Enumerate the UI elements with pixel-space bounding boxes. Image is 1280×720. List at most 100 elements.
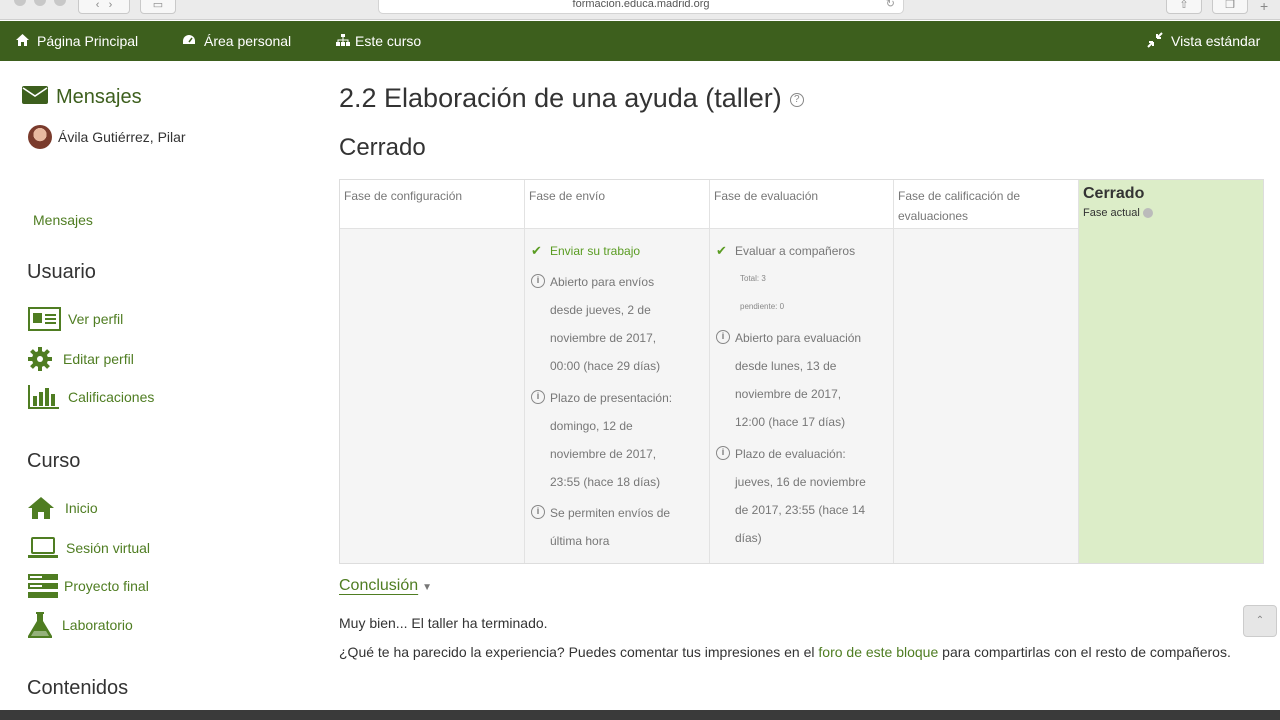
minimize-window-button[interactable] bbox=[34, 0, 46, 6]
sitemap-icon bbox=[336, 33, 350, 49]
info-line: Plazo de presentación: bbox=[550, 391, 673, 405]
course-home-label: Inicio bbox=[65, 500, 98, 516]
view-profile-label: Ver perfil bbox=[68, 311, 124, 327]
info-line: domingo, 12 de bbox=[550, 419, 633, 433]
sidebar: Mensajes Ávila Gutiérrez, Pilar Mensajes… bbox=[0, 61, 320, 720]
phase-submission: Fase de envío ✔ Enviar su trabajo i Abie… bbox=[525, 180, 710, 563]
info-icon: i bbox=[716, 330, 730, 344]
view-profile-link[interactable]: Ver perfil bbox=[28, 306, 123, 332]
os-dock bbox=[0, 710, 1280, 720]
phase-closed-title: Cerrado bbox=[1083, 185, 1145, 202]
conclusion-text-after: para compartirlas con el resto de compañ… bbox=[938, 644, 1231, 660]
late-submissions-info: i Se permiten envíos de última hora bbox=[531, 499, 670, 555]
nav-personal-label: Área personal bbox=[204, 33, 292, 49]
phase-setup: Fase de configuración bbox=[340, 180, 525, 563]
nav-personal-area[interactable]: Área personal bbox=[182, 21, 291, 61]
browser-toolbar: ‹ › ▭ formacion.educa.madrid.org ↻ ⇧ ❐ + bbox=[0, 0, 1280, 20]
home-icon bbox=[28, 495, 65, 521]
conclusion-title: Conclusión bbox=[339, 577, 419, 594]
assess-pending: pendiente: 0 bbox=[740, 302, 785, 311]
info-line: noviembre de 2017, bbox=[735, 387, 842, 401]
conclusion-paragraph-2: ¿Qué te ha parecido la experiencia? Pued… bbox=[339, 643, 1239, 662]
bar-chart-icon bbox=[28, 384, 68, 410]
phase-assessment: Fase de evaluación ✔ Evaluar a compañero… bbox=[710, 180, 894, 563]
sidebar-toggle-icon[interactable]: ▭ bbox=[140, 0, 176, 14]
info-icon: i bbox=[531, 274, 545, 288]
flask-icon bbox=[28, 612, 62, 638]
help-icon[interactable]: ? bbox=[789, 92, 804, 107]
dashboard-icon bbox=[182, 34, 196, 49]
tabs-icon[interactable]: ❐ bbox=[1212, 0, 1248, 14]
message-contact[interactable]: Ávila Gutiérrez, Pilar bbox=[28, 125, 186, 149]
submission-open-info: i Abierto para envíos desde jueves, 2 de… bbox=[531, 268, 660, 380]
info-icon: i bbox=[716, 446, 730, 460]
close-window-button[interactable] bbox=[14, 0, 26, 6]
phase-status-heading: Cerrado bbox=[339, 134, 426, 161]
messages-link-label: Mensajes bbox=[33, 212, 93, 228]
edit-profile-link[interactable]: Editar perfil bbox=[28, 346, 134, 372]
virtual-session-link[interactable]: Sesión virtual bbox=[28, 535, 150, 561]
share-icon[interactable]: ⇧ bbox=[1166, 0, 1202, 14]
forum-link[interactable]: foro de este bloque bbox=[818, 644, 938, 660]
compress-icon bbox=[1147, 31, 1163, 51]
laboratory-label: Laboratorio bbox=[62, 617, 133, 633]
info-line: noviembre de 2017, bbox=[550, 331, 657, 345]
gear-icon bbox=[28, 346, 63, 372]
current-phase-note: Fase actual bbox=[1083, 206, 1259, 220]
info-icon: i bbox=[531, 505, 545, 519]
assessment-deadline-info: i Plazo de evaluación: jueves, 16 de nov… bbox=[716, 440, 866, 552]
info-line: 12:00 (hace 17 días) bbox=[735, 415, 846, 429]
nav-home[interactable]: Página Principal bbox=[16, 21, 138, 61]
course-section-title: Curso bbox=[27, 450, 81, 472]
messages-link[interactable]: Mensajes bbox=[33, 212, 93, 228]
workshop-phases-table: Fase de configuración Fase de envío ✔ En… bbox=[339, 179, 1264, 564]
info-line: días) bbox=[735, 531, 762, 545]
server-icon bbox=[28, 573, 64, 599]
task-submit-work[interactable]: ✔ Enviar su trabajo bbox=[531, 237, 640, 265]
home-icon bbox=[16, 33, 29, 49]
messages-block-header: Mensajes bbox=[22, 85, 142, 110]
id-card-icon bbox=[28, 306, 68, 332]
assessment-open-info: i Abierto para evaluación desde lunes, 1… bbox=[716, 324, 861, 436]
task-assess-peers: ✔ Evaluar a compañeros bbox=[716, 237, 855, 265]
grades-link[interactable]: Calificaciones bbox=[28, 384, 154, 410]
contents-section-title: Contenidos bbox=[27, 677, 129, 699]
conclusion-text-before: ¿Qué te ha parecido la experiencia? Pued… bbox=[339, 644, 819, 660]
address-bar[interactable]: formacion.educa.madrid.org ↻ bbox=[378, 0, 904, 14]
zoom-window-button[interactable] bbox=[54, 0, 66, 6]
info-line: Abierto para evaluación bbox=[735, 331, 862, 345]
virtual-session-label: Sesión virtual bbox=[66, 540, 151, 556]
reload-icon[interactable]: ↻ bbox=[886, 0, 895, 13]
contact-name: Ávila Gutiérrez, Pilar bbox=[58, 129, 186, 145]
info-line: Se permiten envíos de bbox=[550, 506, 671, 520]
nav-this-course[interactable]: Este curso bbox=[336, 21, 421, 61]
standard-view-toggle[interactable]: Vista estándar bbox=[1147, 21, 1260, 61]
url-text: formacion.educa.madrid.org bbox=[572, 0, 710, 10]
nav-home-label: Página Principal bbox=[37, 33, 139, 49]
final-project-link[interactable]: Proyecto final bbox=[28, 573, 149, 599]
messages-title: Mensajes bbox=[56, 86, 142, 108]
back-forward-buttons[interactable]: ‹ › bbox=[78, 0, 130, 14]
course-home-link[interactable]: Inicio bbox=[28, 495, 98, 521]
envelope-icon bbox=[22, 85, 48, 110]
edit-profile-label: Editar perfil bbox=[63, 351, 134, 367]
conclusion-paragraph-1: Muy bien... El taller ha terminado. bbox=[339, 615, 548, 631]
info-line: jueves, 16 de noviembre bbox=[735, 475, 866, 489]
info-line: Plazo de evaluación: bbox=[735, 447, 846, 461]
lightbulb-icon bbox=[1142, 208, 1153, 219]
assess-total: Total: 3 bbox=[740, 274, 766, 283]
phase-grading: Fase de calificación de evaluaciones bbox=[894, 180, 1079, 563]
standard-view-label: Vista estándar bbox=[1171, 33, 1261, 49]
info-line: noviembre de 2017, bbox=[550, 447, 657, 461]
phase-closed: Cerrado Fase actual bbox=[1079, 180, 1263, 563]
info-line: 00:00 (hace 29 días) bbox=[550, 359, 661, 373]
phase-submission-title: Fase de envío bbox=[525, 180, 709, 229]
final-project-label: Proyecto final bbox=[64, 578, 149, 594]
scroll-to-top-button[interactable]: ⌃ bbox=[1243, 605, 1277, 637]
conclusion-toggle[interactable]: Conclusión ▼ bbox=[339, 577, 432, 595]
info-line: de 2017, 23:55 (hace 14 bbox=[735, 503, 866, 517]
new-tab-icon[interactable]: + bbox=[1260, 0, 1268, 14]
info-line: Abierto para envíos bbox=[550, 275, 655, 289]
laboratory-link[interactable]: Laboratorio bbox=[28, 612, 133, 638]
info-line: desde lunes, 13 de bbox=[735, 359, 837, 373]
